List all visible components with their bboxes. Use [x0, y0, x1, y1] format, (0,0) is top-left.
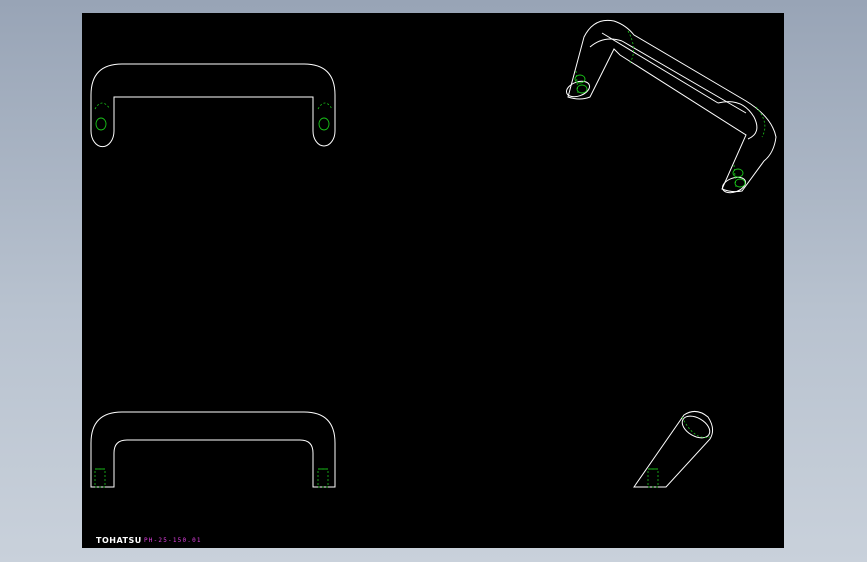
handle-top-view [90, 63, 336, 148]
handle-side-view [633, 411, 714, 488]
drawing-svg [90, 19, 777, 488]
title-block-logo: TOHATSU [96, 536, 142, 545]
drawing-sheet: TOHATSU PH-25-150.01 [82, 13, 784, 548]
handle-isometric-view [565, 19, 777, 194]
part-number-label: PH-25-150.01 [144, 537, 202, 544]
handle-front-view [90, 411, 336, 488]
